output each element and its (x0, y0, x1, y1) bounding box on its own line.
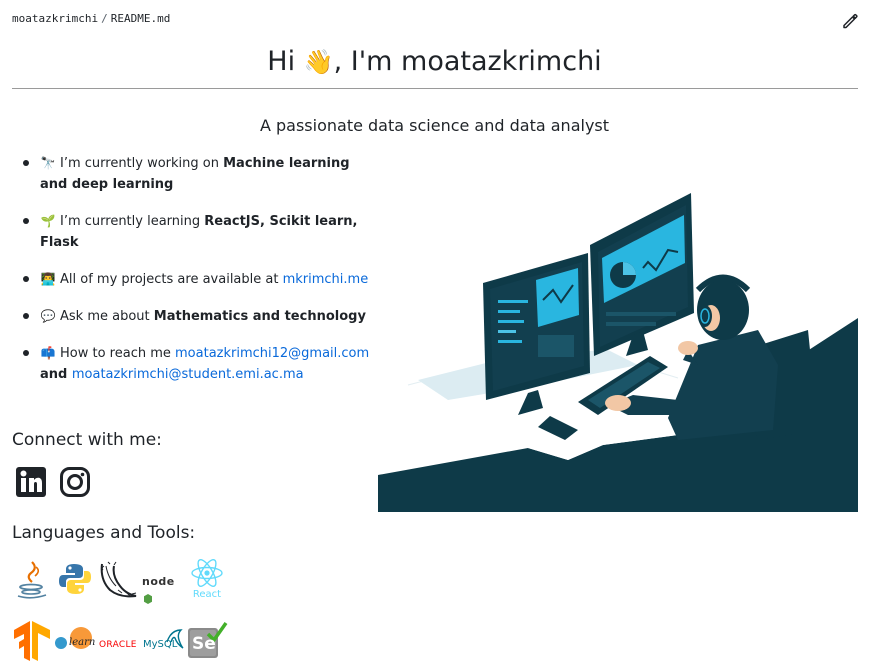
speech-bubble-icon: 💬 (40, 309, 56, 323)
list-item: 🌱 I’m currently learning ReactJS, Scikit … (23, 211, 370, 253)
breadcrumb: moatazkrimchi / README.md (12, 12, 170, 25)
edit-file-button[interactable] (840, 11, 860, 31)
linkedin-icon (16, 467, 46, 497)
selenium-label: Se (192, 634, 216, 654)
mysql-label: MySQL (143, 639, 178, 650)
telescope-icon: 🔭 (40, 156, 56, 170)
email-link-gmail[interactable]: moatazkrimchi12@gmail.com (175, 346, 369, 361)
nodejs-logo[interactable]: node (142, 570, 184, 604)
mailbox-icon: 📫 (40, 346, 56, 360)
list-item: 👨‍💻 All of my projects are available at m… (23, 269, 370, 290)
breadcrumb-file: README.md (110, 12, 171, 25)
portfolio-link[interactable]: mkrimchi.me (283, 272, 369, 287)
linkedin-link[interactable] (15, 466, 47, 498)
title-name: , I'm moatazkrimchi (333, 46, 602, 77)
python-logo[interactable] (58, 562, 92, 596)
nodejs-label: node (142, 575, 175, 588)
java-logo[interactable] (14, 560, 50, 600)
breadcrumb-separator: / (101, 12, 108, 25)
tools-heading: Languages and Tools: (12, 523, 196, 543)
page-title: Hi 👋, I'm moatazkrimchi (0, 46, 869, 77)
oracle-label: ORACLE (99, 640, 137, 650)
flask-icon (100, 561, 137, 598)
tensorflow-icon (14, 621, 50, 661)
java-icon (17, 561, 47, 599)
python-icon (59, 564, 91, 594)
pencil-icon (843, 13, 858, 29)
list-item-text: How to reach me (60, 346, 176, 361)
oracle-logo[interactable]: ORACLE (99, 632, 141, 650)
react-icon (191, 559, 223, 587)
list-item-strong: Mathematics and technology (153, 309, 366, 324)
list-item-text: Ask me about (60, 309, 154, 324)
technologist-icon: 👨‍💻 (40, 272, 56, 286)
selenium-logo[interactable]: Se (186, 620, 228, 660)
waving-hand-icon: 👋 (303, 48, 334, 76)
list-item-text: All of my projects are available at (60, 272, 283, 287)
about-list: 🔭 I’m currently working on Machine learni… (23, 153, 370, 401)
list-item-and: and (40, 367, 72, 382)
email-link-student[interactable]: moatazkrimchi@student.emi.ac.ma (72, 367, 304, 382)
flask-logo[interactable] (98, 560, 140, 600)
tensorflow-logo[interactable] (12, 620, 52, 662)
list-item: 📫 How to reach me moatazkrimchi12@gmail.c… (23, 343, 370, 385)
scikit-learn-logo[interactable]: learn (53, 626, 97, 654)
list-item: 🔭 I’m currently working on Machine learni… (23, 153, 370, 195)
breadcrumb-user[interactable]: moatazkrimchi (12, 12, 98, 25)
list-item-text: I’m currently learning (60, 214, 205, 229)
list-item-text: I’m currently working on (60, 156, 224, 171)
mysql-logo[interactable]: MySQL (143, 626, 185, 654)
developer-illustration (378, 190, 858, 512)
react-label: React (192, 589, 222, 600)
scikit-learn-label: learn (69, 637, 96, 648)
nodejs-hexagon-icon (144, 594, 152, 604)
title-divider (12, 88, 858, 89)
instagram-icon (60, 467, 90, 497)
react-logo[interactable]: React (188, 558, 226, 600)
subtitle: A passionate data science and data analy… (259, 116, 610, 135)
instagram-link[interactable] (59, 466, 91, 498)
connect-heading: Connect with me: (12, 430, 162, 450)
seedling-icon: 🌱 (40, 214, 56, 228)
title-prefix: Hi (267, 46, 304, 77)
list-item: 💬 Ask me about Mathematics and technology (23, 306, 370, 327)
